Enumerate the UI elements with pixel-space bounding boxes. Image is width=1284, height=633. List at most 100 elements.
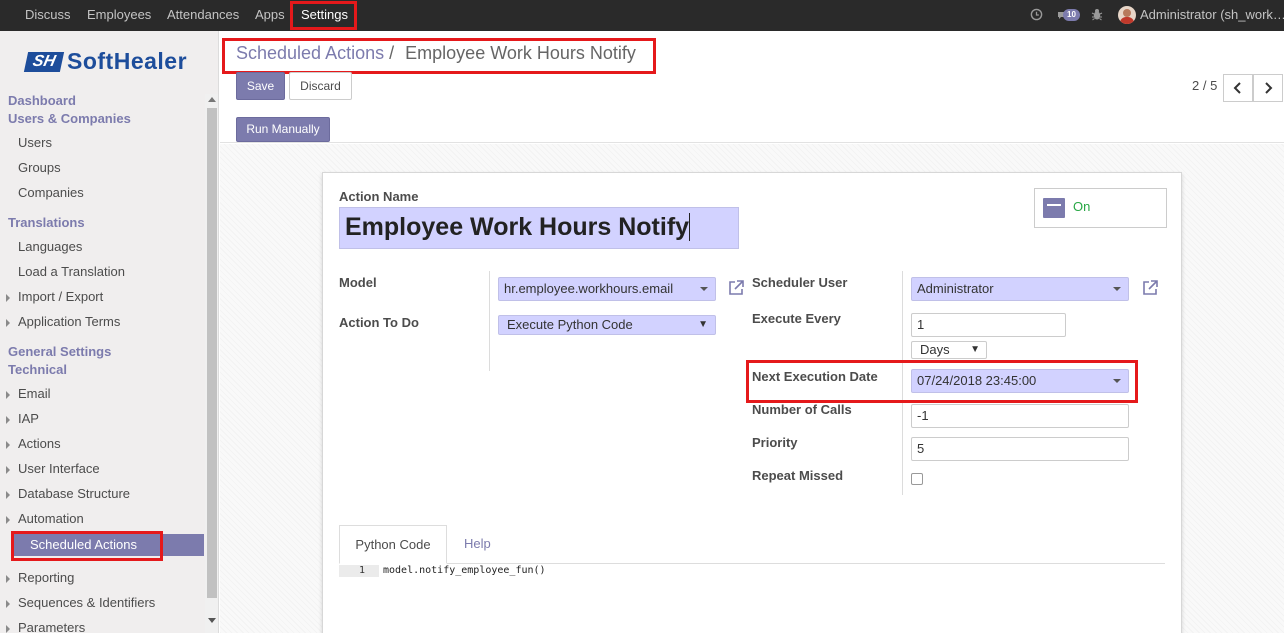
- sidebar-item-iap[interactable]: IAP: [18, 411, 39, 426]
- run-manually-button[interactable]: Run Manually: [236, 117, 330, 142]
- pager-value[interactable]: 2 / 5: [1192, 78, 1217, 93]
- interval-unit-value: Days: [920, 342, 950, 357]
- dropdown-caret-icon: [1113, 287, 1121, 291]
- pager-previous-button[interactable]: [1223, 74, 1253, 102]
- sidebar-item-application-terms[interactable]: Application Terms: [18, 314, 120, 329]
- form-view: Action Name Employee Work Hours Notify O…: [220, 144, 1284, 633]
- clock-icon[interactable]: [1030, 8, 1043, 24]
- scheduler-user-value: Administrator: [917, 281, 994, 296]
- caret-right-icon: [6, 466, 10, 474]
- sidebar-head-translations[interactable]: Translations: [8, 215, 85, 230]
- action-name-input[interactable]: Employee Work Hours Notify: [339, 207, 739, 249]
- action-to-do-value: Execute Python Code: [507, 317, 633, 332]
- scroll-down-icon[interactable]: [208, 618, 216, 623]
- sidebar-item-load-translation[interactable]: Load a Translation: [18, 264, 125, 279]
- code-editor-line[interactable]: model.notify_employee_fun(): [383, 564, 546, 578]
- action-to-do-label: Action To Do: [339, 315, 419, 330]
- sidebar-head-technical[interactable]: Technical: [8, 362, 67, 377]
- sidebar-item-automation[interactable]: Automation: [18, 511, 84, 526]
- breadcrumb-current: Employee Work Hours Notify: [405, 43, 636, 63]
- model-select[interactable]: hr.employee.workhours.email: [498, 277, 716, 301]
- dropdown-caret-icon: [700, 287, 708, 291]
- execute-every-label: Execute Every: [752, 311, 841, 326]
- active-status-text: On: [1073, 199, 1091, 214]
- sidebar-head-users-companies[interactable]: Users & Companies: [8, 111, 131, 126]
- sidebar-item-parameters[interactable]: Parameters: [18, 620, 85, 633]
- sidebar: SH SoftHealer Dashboard Users & Companie…: [0, 31, 219, 633]
- caret-right-icon: [6, 491, 10, 499]
- caret-down-icon: [6, 516, 10, 524]
- sidebar-item-sequences[interactable]: Sequences & Identifiers: [18, 595, 155, 610]
- scheduler-user-select[interactable]: Administrator: [911, 277, 1129, 301]
- caret-right-icon: [6, 416, 10, 424]
- scroll-up-icon[interactable]: [208, 97, 216, 102]
- sidebar-item-scheduled-actions[interactable]: Scheduled Actions: [14, 534, 204, 556]
- repeat-missed-checkbox[interactable]: [911, 473, 923, 485]
- action-to-do-select[interactable]: Execute Python Code ▼: [498, 315, 716, 335]
- logo-wordmark: SoftHealer: [67, 48, 188, 74]
- model-label: Model: [339, 275, 377, 290]
- breadcrumb-separator: /: [389, 43, 395, 63]
- nav-discuss[interactable]: Discuss: [25, 7, 71, 22]
- action-name-value: Employee Work Hours Notify: [345, 213, 690, 241]
- control-panel: Scheduled Actions / Employee Work Hours …: [220, 31, 1284, 143]
- external-link-icon[interactable]: [1141, 279, 1159, 297]
- interval-unit-select[interactable]: Days ▼: [911, 341, 987, 359]
- number-of-calls-input[interactable]: -1: [911, 404, 1129, 428]
- sidebar-item-actions[interactable]: Actions: [18, 436, 61, 451]
- next-execution-date-value: 07/24/2018 23:45:00: [917, 373, 1037, 388]
- discard-button[interactable]: Discard: [289, 72, 352, 100]
- sidebar-scrollbar[interactable]: [205, 94, 218, 633]
- nav-settings[interactable]: Settings: [301, 7, 348, 22]
- user-menu[interactable]: Administrator (sh_work…: [1140, 7, 1284, 22]
- next-execution-date-input[interactable]: 07/24/2018 23:45:00: [911, 369, 1129, 393]
- sidebar-item-languages[interactable]: Languages: [18, 239, 82, 254]
- sidebar-item-reporting[interactable]: Reporting: [18, 570, 74, 585]
- external-link-icon[interactable]: [727, 279, 745, 297]
- sidebar-item-email[interactable]: Email: [18, 386, 51, 401]
- user-avatar[interactable]: [1118, 6, 1136, 24]
- execute-every-input[interactable]: 1: [911, 313, 1066, 337]
- breadcrumb: Scheduled Actions / Employee Work Hours …: [236, 43, 636, 64]
- sidebar-item-import-export[interactable]: Import / Export: [18, 289, 103, 304]
- sidebar-head-dashboard[interactable]: Dashboard: [8, 93, 76, 108]
- nav-apps[interactable]: Apps: [255, 7, 285, 22]
- nav-attendances[interactable]: Attendances: [167, 7, 239, 22]
- message-count-badge: 10: [1063, 9, 1080, 21]
- priority-input[interactable]: 5: [911, 437, 1129, 461]
- bug-icon[interactable]: [1091, 8, 1103, 24]
- caret-right-icon: [6, 625, 10, 633]
- sidebar-item-groups[interactable]: Groups: [18, 160, 61, 175]
- caret-right-icon: [6, 391, 10, 399]
- save-button[interactable]: Save: [236, 72, 285, 100]
- top-navbar: Discuss Employees Attendances Apps Setti…: [0, 0, 1284, 31]
- tab-python-code[interactable]: Python Code: [339, 525, 447, 564]
- breadcrumb-scheduled-actions[interactable]: Scheduled Actions: [236, 43, 384, 63]
- sidebar-item-companies[interactable]: Companies: [18, 185, 84, 200]
- caret-right-icon: [6, 319, 10, 327]
- scroll-thumb[interactable]: [207, 108, 217, 598]
- chevron-right-icon: [1265, 82, 1273, 94]
- active-toggle-button[interactable]: On: [1034, 188, 1167, 228]
- archive-icon: [1043, 198, 1065, 218]
- action-name-label: Action Name: [339, 189, 419, 204]
- sidebar-item-user-interface[interactable]: User Interface: [18, 461, 100, 476]
- pager-next-button[interactable]: [1253, 74, 1283, 102]
- tab-help[interactable]: Help: [464, 525, 491, 564]
- dropdown-triangle-icon: ▼: [698, 319, 708, 330]
- caret-right-icon: [6, 294, 10, 302]
- form-sheet: Action Name Employee Work Hours Notify O…: [322, 172, 1182, 633]
- caret-right-icon: [6, 441, 10, 449]
- caret-right-icon: [6, 575, 10, 583]
- logo-mark: SH: [23, 52, 65, 72]
- nav-employees[interactable]: Employees: [87, 7, 151, 22]
- caret-right-icon: [6, 600, 10, 608]
- repeat-missed-label: Repeat Missed: [752, 468, 844, 483]
- model-value: hr.employee.workhours.email: [504, 281, 674, 296]
- sidebar-head-general-settings[interactable]: General Settings: [8, 344, 111, 359]
- next-execution-date-label: Next Execution Date: [752, 369, 878, 384]
- priority-label: Priority: [752, 435, 798, 450]
- sidebar-item-database-structure[interactable]: Database Structure: [18, 486, 130, 501]
- sidebar-item-users[interactable]: Users: [18, 135, 52, 150]
- scheduler-user-label: Scheduler User: [752, 275, 848, 290]
